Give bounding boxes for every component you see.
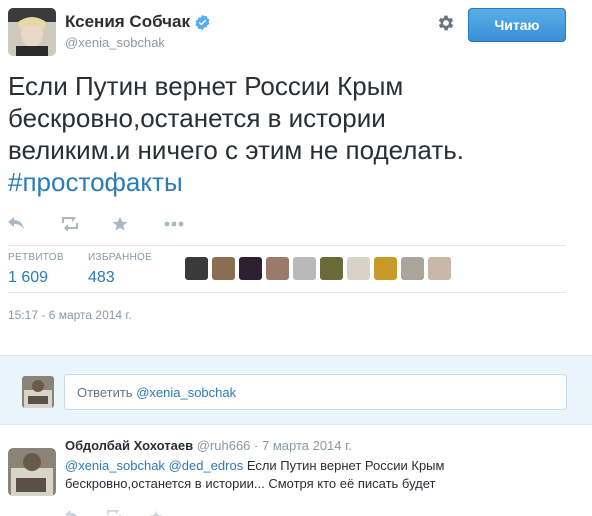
- tweet-text: Если Путин вернет России Крым бескровно,…: [8, 70, 578, 198]
- favoriter-avatars: [185, 257, 451, 280]
- favoriter-avatar[interactable]: [239, 257, 262, 280]
- hashtag-link[interactable]: #простофакты: [8, 166, 578, 198]
- favoriter-avatar[interactable]: [401, 257, 424, 280]
- favoriter-avatar[interactable]: [320, 257, 343, 280]
- favoriter-avatar[interactable]: [212, 257, 235, 280]
- tweet-actions: [8, 214, 216, 234]
- divider: [8, 245, 566, 246]
- reply-icon: [8, 217, 24, 229]
- favorites-label: ИЗБРАННОЕ: [88, 252, 153, 263]
- reply-actions: [65, 510, 163, 516]
- favoriter-avatar[interactable]: [347, 257, 370, 280]
- user-fullname[interactable]: Ксения Собчак: [65, 12, 190, 32]
- tweet-timestamp[interactable]: 15:17 - 6 марта 2014 г.: [8, 308, 132, 322]
- reply-action[interactable]: [8, 214, 60, 234]
- favoriter-avatar[interactable]: [428, 257, 451, 280]
- reply-text-line: Если Путин вернет России Крым: [243, 458, 445, 473]
- retweet-action[interactable]: [60, 214, 112, 234]
- favoriter-avatar[interactable]: [185, 257, 208, 280]
- reply-input[interactable]: Ответить @xenia_sobchak: [64, 374, 567, 410]
- reply-text: @xenia_sobchak @ded_edros Если Путин вер…: [65, 457, 575, 493]
- tweet-text-line: бескровно,останется в истории: [8, 103, 386, 133]
- reply-text-line: бескровно,останется в истории... Смотря …: [65, 476, 436, 491]
- reply-author-handle[interactable]: @ruh666: [197, 438, 251, 453]
- follow-button[interactable]: Читаю: [468, 8, 566, 42]
- favorite-action[interactable]: [112, 214, 164, 234]
- tweet-text-line: Если Путин вернет России Крым: [8, 71, 404, 101]
- gear-icon[interactable]: [436, 13, 456, 33]
- reply-box: Ответить @xenia_sobchak: [0, 355, 592, 425]
- favorite-icon[interactable]: [149, 510, 163, 516]
- mention-link[interactable]: @ded_edros: [169, 458, 244, 473]
- main-tweet: Ксения Собчак @xenia_sobchak Читаю Если …: [0, 0, 592, 355]
- divider: [8, 292, 566, 293]
- favoriter-avatar[interactable]: [374, 257, 397, 280]
- reply-author-name[interactable]: Обдолбай Хохотаев: [65, 438, 193, 453]
- user-handle[interactable]: @xenia_sobchak: [65, 35, 165, 50]
- favoriter-avatar[interactable]: [266, 257, 289, 280]
- verified-icon: [195, 14, 210, 30]
- avatar: [22, 376, 54, 408]
- avatar[interactable]: [8, 448, 56, 496]
- favorite-icon: [112, 217, 128, 231]
- reply-mention: @xenia_sobchak: [136, 385, 237, 400]
- retweets-stat[interactable]: РЕТВИТОВ 1 609: [8, 252, 64, 287]
- reply-placeholder: Ответить: [77, 385, 137, 400]
- more-icon: [164, 221, 184, 227]
- favoriter-avatar[interactable]: [293, 257, 316, 280]
- tweet-text-line: великим.и ничего с этим не поделать.: [8, 135, 465, 165]
- favorites-count[interactable]: 483: [88, 269, 152, 287]
- reply-tweet[interactable]: Обдолбай Хохотаев @ruh666 · 7 марта 2014…: [0, 426, 592, 516]
- retweets-count[interactable]: 1 609: [8, 269, 64, 287]
- avatar[interactable]: [8, 8, 56, 56]
- mention-link[interactable]: @xenia_sobchak: [65, 458, 165, 473]
- more-action[interactable]: [164, 214, 216, 234]
- retweets-label: РЕТВИТОВ: [8, 252, 64, 263]
- retweet-icon[interactable]: [105, 510, 123, 516]
- favorites-stat[interactable]: ИЗБРАННОЕ 483: [88, 252, 152, 287]
- reply-icon[interactable]: [65, 510, 79, 516]
- retweet-icon: [62, 217, 78, 231]
- reply-date[interactable]: · 7 марта 2014 г.: [254, 438, 352, 453]
